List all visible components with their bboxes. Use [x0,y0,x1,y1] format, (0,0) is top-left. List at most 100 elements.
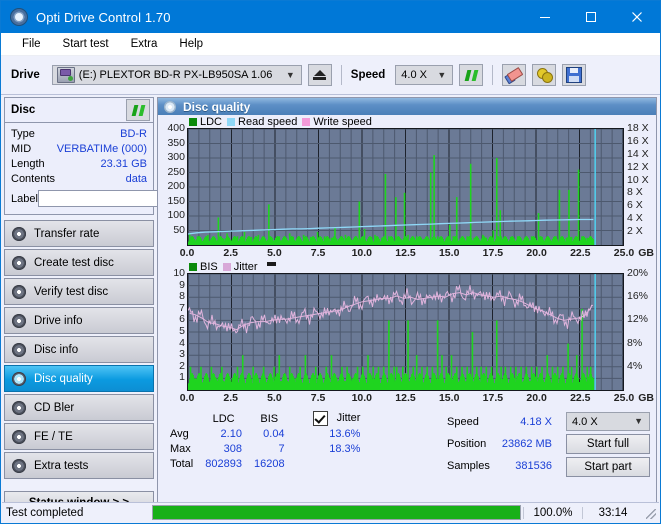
sidebar-item-extra-tests[interactable]: Extra tests [4,452,154,479]
resize-grip[interactable] [643,506,657,520]
sidebar-item-cd-bler[interactable]: CD Bler [4,394,154,421]
sidebar-item-verify-test-disc[interactable]: Verify test disc [4,278,154,305]
sidebar-item-disc-quality[interactable]: Disc quality [4,365,154,392]
page-title: Disc quality [183,100,250,114]
y-tick-label: 100 [167,209,185,221]
menu-help[interactable]: Help [168,36,214,53]
save-button[interactable] [562,64,586,86]
disc-icon [12,256,26,270]
eject-button[interactable] [308,64,332,86]
run-position-value: 23862 MB [496,433,558,455]
progress-bar [152,505,521,520]
chevron-down-icon: ▼ [634,417,643,426]
progress-percent: 100.0% [523,507,582,519]
x-tick-label: 20.0 [526,247,546,259]
x-tick-label: 10.0 [352,392,372,404]
menu-file[interactable]: File [11,36,52,53]
legend-swatch-write-speed [302,118,310,126]
close-icon[interactable] [614,1,660,33]
legend-swatch-bis [189,263,197,271]
legend-item-read-speed: Read speed [227,116,297,128]
refresh-button[interactable] [459,64,483,86]
window-controls [522,1,660,33]
x-tick-label: 22.5 [570,392,590,404]
panel-header: Disc quality [158,98,656,115]
jitter-label: Jitter [337,412,361,424]
stats-row-total-label: Total [166,456,199,471]
run-row-speed: Speed 4.18 X [443,411,558,433]
settings-button[interactable] [532,64,556,86]
disc-icon [12,401,26,415]
stats-total-ldc: 802893 [199,456,248,471]
sidebar-item-transfer-rate[interactable]: Transfer rate [4,220,154,247]
ldc-y-axis-left: 50100150200250300350400 [158,128,187,246]
bis-y-axis-left: 12345678910 [158,273,187,391]
legend-swatch-extra [267,262,276,266]
legend-label-write-speed: Write speed [313,116,372,128]
y-tick-label: 1 [179,371,185,383]
test-speed-select[interactable]: 4.0 X ▼ [566,412,650,431]
disc-icon [12,372,26,386]
disc-contents-label: Contents [11,173,55,185]
stats-avg-bis: 0.04 [248,426,291,441]
y-tick-label: 10 [173,267,185,279]
erase-button[interactable] [502,64,526,86]
disc-info-rows: Type BD-R MID VERBATIMe (000) Length 23.… [5,123,153,214]
x-tick-label: 22.5 [570,247,590,259]
y2-tick-label: 16 X [627,135,649,147]
disc-icon [12,227,26,241]
sidebar-item-fe-te[interactable]: FE / TE [4,423,154,450]
y-tick-label: 3 [179,348,185,360]
run-row-samples: Samples 381536 [443,455,558,477]
speed-select[interactable]: 4.0 X ▼ [395,65,453,85]
test-speed-value: 4.0 X [567,416,598,428]
y2-tick-label: 20% [627,267,648,279]
jitter-checkbox[interactable] [313,411,328,426]
disc-icon [12,285,26,299]
y-tick-label: 300 [167,151,185,163]
ldc-chart: LDC Read speed Write speed 5010015020025… [158,115,656,260]
title-bar: Opti Drive Control 1.70 [1,1,660,33]
start-full-button[interactable]: Start full [566,434,650,454]
elapsed-time: 33:14 [582,507,643,519]
disc-icon [12,459,26,473]
stats-avg-ldc: 2.10 [199,426,248,441]
disc-mid-label: MID [11,143,31,155]
run-position-label: Position [443,433,496,455]
sidebar-item-drive-info[interactable]: Drive info [4,307,154,334]
save-icon [566,67,582,83]
menu-start-test[interactable]: Start test [52,36,120,53]
y-tick-label: 7 [179,302,185,314]
legend-label-read-speed: Read speed [238,116,297,128]
menu-extra[interactable]: Extra [120,36,169,53]
stats-col-ldc: LDC [199,411,248,426]
y2-tick-label: 4% [627,360,642,372]
y2-tick-label: 4 X [627,212,643,224]
minimize-icon[interactable] [522,1,568,33]
stats-max-jitter: 18.3% [291,441,367,456]
sidebar-item-create-test-disc[interactable]: Create test disc [4,249,154,276]
y-tick-label: 350 [167,137,185,149]
table-row: Max 308 7 18.3% [166,441,366,456]
sidebar-item-label: CD Bler [34,402,74,414]
stats-row-max-label: Max [166,441,199,456]
y-tick-label: 200 [167,180,185,192]
start-part-button[interactable]: Start part [566,457,650,477]
stats-avg-jitter: 13.6% [291,426,367,441]
gear-icon [537,68,552,82]
drive-select[interactable]: (E:) PLEXTOR BD-R PX-LB950SA 1.06 ▼ [52,65,302,85]
disc-contents-value: data [126,173,147,185]
stats-area: LDC BIS Jitter Avg 2.10 0.04 [158,405,656,477]
sidebar-item-label: Extra tests [34,460,88,472]
disc-label-row: Label [11,188,147,209]
stats-total-bis: 16208 [248,456,291,471]
y2-tick-label: 14 X [627,148,649,160]
disc-refresh-button[interactable] [126,99,150,121]
maximize-icon[interactable] [568,1,614,33]
disc-icon [164,101,176,113]
stats-col-bis: BIS [248,411,291,426]
sidebar-item-disc-info[interactable]: Disc info [4,336,154,363]
run-controls: Speed 4.18 X Position 23862 MB Samples 3… [443,411,656,477]
sidebar-item-label: Create test disc [34,257,114,269]
run-samples-label: Samples [443,455,496,477]
